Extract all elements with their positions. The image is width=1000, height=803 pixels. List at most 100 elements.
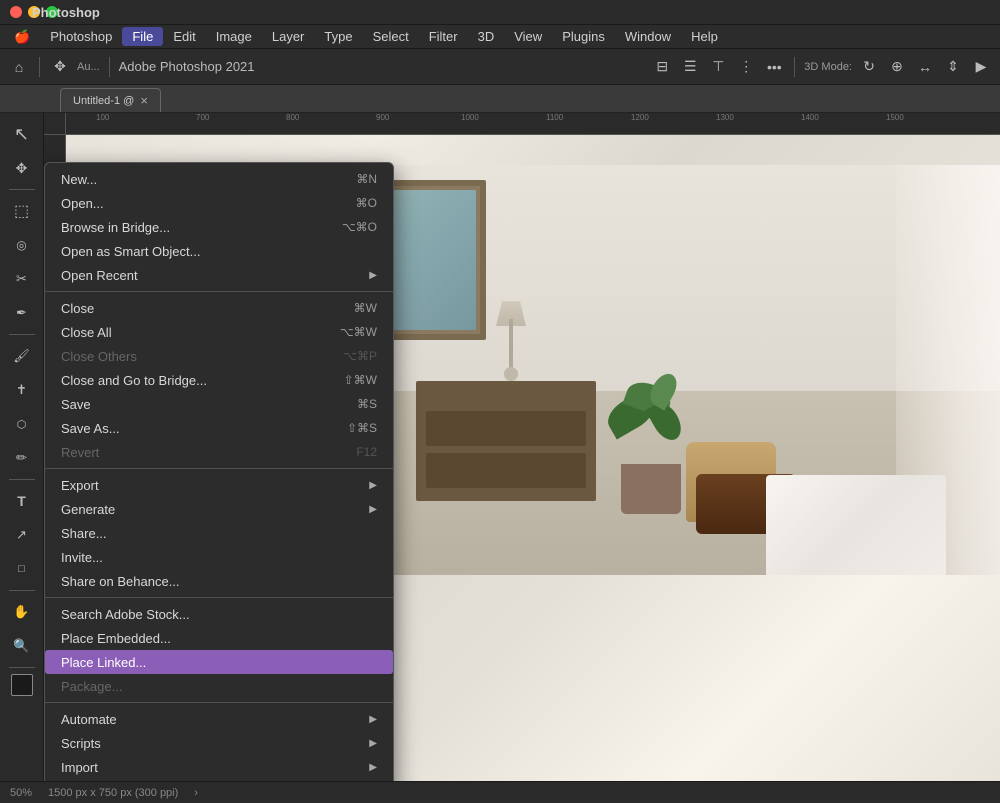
- tool-zoom[interactable]: 🔍: [7, 631, 37, 661]
- menu-item-automate[interactable]: Automate ▶: [45, 707, 393, 731]
- menu-item-share-behance[interactable]: Share on Behance...: [45, 569, 393, 593]
- menu-help[interactable]: Help: [681, 27, 728, 46]
- menu-item-generate[interactable]: Generate ▶: [45, 497, 393, 521]
- left-toolbar: ↖ ✥ ⬚ ◎ ✂ ✒ 🖌 ✝ ⬡ ✏ T ↗ □ ✋ 🔍: [0, 113, 44, 781]
- video-icon[interactable]: ▶: [970, 56, 992, 78]
- tool-eyedropper[interactable]: ✒: [7, 298, 37, 328]
- foreground-color[interactable]: [11, 674, 33, 696]
- toolbar-center-spacer: Adobe Photoshop 2021: [119, 59, 646, 74]
- menu-item-close-all[interactable]: Close All ⌥⌘W: [45, 320, 393, 344]
- menu-item-close-bridge[interactable]: Close and Go to Bridge... ⇧⌘W: [45, 368, 393, 392]
- menu-select[interactable]: Select: [363, 27, 419, 46]
- menu-item-save[interactable]: Save ⌘S: [45, 392, 393, 416]
- tool-transform[interactable]: ✥: [7, 153, 37, 183]
- divider-1: [45, 291, 393, 292]
- menu-bar: 🍎 Photoshop File Edit Image Layer Type S…: [0, 25, 1000, 49]
- tool-brush[interactable]: 🖌: [7, 341, 37, 371]
- tool-crop[interactable]: ✂: [7, 264, 37, 294]
- close-button[interactable]: [10, 6, 22, 18]
- menu-item-invite[interactable]: Invite...: [45, 545, 393, 569]
- lt-divider-5: [9, 667, 35, 668]
- menu-item-place-embedded[interactable]: Place Embedded...: [45, 626, 393, 650]
- plant-soil: [621, 464, 681, 514]
- menu-edit[interactable]: Edit: [163, 27, 205, 46]
- divider-4: [45, 702, 393, 703]
- 3d-pan-icon[interactable]: ↔: [914, 56, 936, 78]
- tool-type[interactable]: T: [7, 486, 37, 516]
- app-name: Photoshop: [32, 5, 100, 20]
- menu-item-import-iphone[interactable]: Import from iPhone or iPad ▶: [45, 779, 393, 781]
- ruler-corner: [44, 113, 66, 135]
- 3d-rotate-icon[interactable]: ↻: [858, 56, 880, 78]
- menu-item-revert: Revert F12: [45, 440, 393, 464]
- menu-item-new[interactable]: New... ⌘N: [45, 167, 393, 191]
- menu-item-close-others: Close Others ⌥⌘P: [45, 344, 393, 368]
- menu-image[interactable]: Image: [206, 27, 262, 46]
- menu-item-export[interactable]: Export ▶: [45, 473, 393, 497]
- menu-window[interactable]: Window: [615, 27, 681, 46]
- status-arrow[interactable]: ›: [194, 787, 198, 799]
- menu-layer[interactable]: Layer: [262, 27, 315, 46]
- toolbar-right: ⊟ ☰ ⊤ ⋮ ••• 3D Mode: ↻ ⊕ ↔ ⇕ ▶: [651, 56, 992, 78]
- menu-photoshop[interactable]: Photoshop: [40, 27, 122, 46]
- menu-filter[interactable]: Filter: [419, 27, 468, 46]
- mode-label: 3D Mode:: [804, 61, 852, 73]
- tool-hand[interactable]: ✋: [7, 597, 37, 627]
- menu-item-place-linked[interactable]: Place Linked...: [45, 650, 393, 674]
- align-top-icon[interactable]: ⊤: [707, 56, 729, 78]
- menu-file[interactable]: File: [122, 27, 163, 46]
- tool-pen[interactable]: ✏: [7, 443, 37, 473]
- lamp-base: [504, 367, 518, 381]
- move-icon[interactable]: ✥: [49, 56, 71, 78]
- menu-plugins[interactable]: Plugins: [552, 27, 615, 46]
- status-dimensions: 1500 px x 750 px (300 ppi): [48, 787, 178, 799]
- home-icon[interactable]: ⌂: [8, 56, 30, 78]
- tool-shape[interactable]: □: [7, 554, 37, 584]
- menu-item-share[interactable]: Share...: [45, 521, 393, 545]
- tool-move[interactable]: ↖: [7, 119, 37, 149]
- menu-3d[interactable]: 3D: [468, 27, 505, 46]
- 3d-zoom-icon[interactable]: ⇕: [942, 56, 964, 78]
- nightstand-drawer-bottom: [426, 453, 586, 488]
- ruler-top: 100 700 800 900 1000 1100 1200 1300 1400…: [66, 113, 1000, 135]
- document-tab[interactable]: Untitled-1 @ ×: [60, 88, 161, 112]
- menu-item-open-recent[interactable]: Open Recent ▶: [45, 263, 393, 287]
- tool-eraser[interactable]: ⬡: [7, 409, 37, 439]
- lamp-stem: [509, 319, 513, 369]
- menu-item-import[interactable]: Import ▶: [45, 755, 393, 779]
- menu-view[interactable]: View: [504, 27, 552, 46]
- zoom-level: 50%: [10, 787, 32, 799]
- menu-type[interactable]: Type: [314, 27, 362, 46]
- toolbar-divider-1: [39, 57, 40, 77]
- menu-item-open[interactable]: Open... ⌘O: [45, 191, 393, 215]
- align-left-icon[interactable]: ⊟: [651, 56, 673, 78]
- align-center-icon[interactable]: ☰: [679, 56, 701, 78]
- menu-item-search-stock[interactable]: Search Adobe Stock...: [45, 602, 393, 626]
- menu-apple[interactable]: 🍎: [4, 27, 40, 47]
- menu-item-open-smart[interactable]: Open as Smart Object...: [45, 239, 393, 263]
- menu-item-scripts[interactable]: Scripts ▶: [45, 731, 393, 755]
- file-menu-dropdown: New... ⌘N Open... ⌘O Browse in Bridge...…: [44, 162, 394, 781]
- divider-2: [45, 468, 393, 469]
- tool-path[interactable]: ↗: [7, 520, 37, 550]
- 3d-orbit-icon[interactable]: ⊕: [886, 56, 908, 78]
- lt-divider-4: [9, 590, 35, 591]
- tab-close-icon[interactable]: ×: [140, 93, 148, 108]
- plant: [616, 449, 686, 514]
- menu-item-close[interactable]: Close ⌘W: [45, 296, 393, 320]
- distribute-icon[interactable]: ⋮: [735, 56, 757, 78]
- tool-clone[interactable]: ✝: [7, 375, 37, 405]
- tool-lasso[interactable]: ◎: [7, 230, 37, 260]
- tool-marquee[interactable]: ⬚: [7, 196, 37, 226]
- app-title-center: Adobe Photoshop 2021: [119, 59, 255, 74]
- bed-fabric: [766, 475, 946, 575]
- tab-bar: Untitled-1 @ ×: [0, 85, 1000, 113]
- menu-item-save-as[interactable]: Save As... ⇧⌘S: [45, 416, 393, 440]
- canvas-area: 100 700 800 900 1000 1100 1200 1300 1400…: [44, 113, 1000, 781]
- menu-item-browse-bridge[interactable]: Browse in Bridge... ⌥⌘O: [45, 215, 393, 239]
- toolbar-divider-2: [109, 57, 110, 77]
- nightstand: [416, 381, 596, 501]
- divider-3: [45, 597, 393, 598]
- more-icon[interactable]: •••: [763, 56, 785, 78]
- lt-divider-2: [9, 334, 35, 335]
